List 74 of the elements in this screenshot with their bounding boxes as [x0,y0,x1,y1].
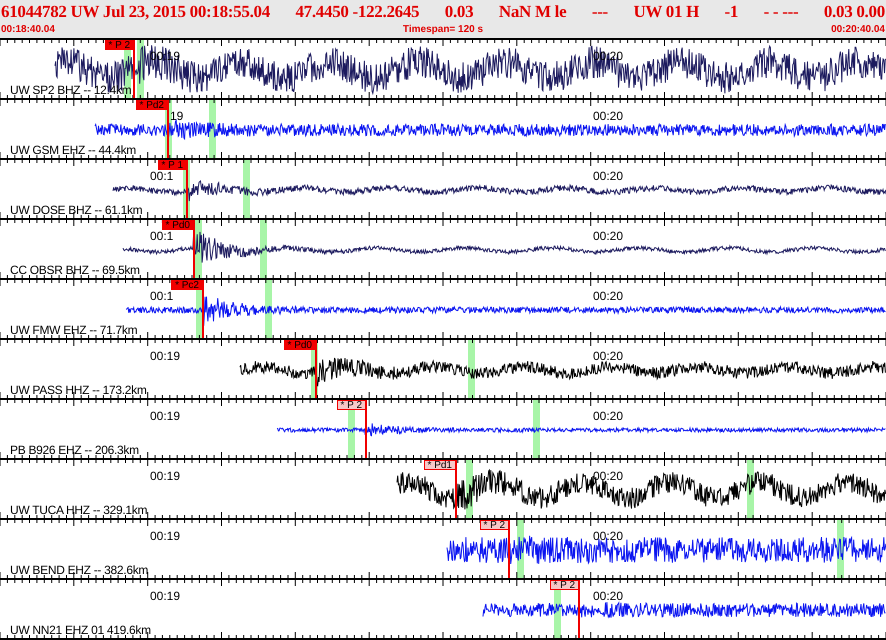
pick-line[interactable] [508,520,510,578]
time-label: 00:19 [150,470,180,483]
event-info: 0.03 [444,2,474,22]
station-label: UW PASS HHZ -- 173.2km [10,383,147,397]
time-label: 00:20 [593,110,624,123]
event-info: UW 01 H [633,2,700,22]
pick-line[interactable] [186,160,188,218]
pick-line[interactable] [167,100,169,158]
phase-pick-tag[interactable]: * Pd0 [162,220,194,230]
station-label: PB B926 EHZ -- 206.3km [10,443,139,457]
phase-pick-tag[interactable]: * P 1 [158,160,187,170]
pick-line[interactable] [315,340,317,398]
event-info: - - --- [764,2,798,22]
trace-panel[interactable]: 00:19 00:20 * P 2 UW NN21 EHZ 01 419.6km [0,580,886,640]
trace-panel[interactable]: 00:19 00:20 * P 2 UW BEND EHZ -- 382.6km [0,520,886,580]
time-label: 00:20 [593,590,624,603]
event-info: -1 [724,2,738,22]
event-info: NaN M le [498,2,566,22]
time-label: 00:20 [593,230,624,243]
pick-line[interactable] [202,280,204,338]
station-label: UW TUCA HHZ -- 329.1km [10,503,148,517]
time-label: 00:19 [150,590,180,603]
window-band [265,280,272,338]
trace-panel[interactable]: 19 00:20 * Pd2 UW GSM EHZ -- 44.4km [0,100,886,160]
timespan: Timespan= 120 s [402,24,484,35]
phase-pick-tag[interactable]: * Pd0 [284,340,316,350]
time-label: 00:1 [150,230,174,243]
start-time: 00:18:40.04 [1,24,55,35]
pick-line[interactable] [193,220,195,278]
pick-line[interactable] [365,400,367,458]
phase-pick-tag[interactable]: * P 2 [336,400,366,410]
time-label: 00:20 [593,170,624,183]
time-label: 00:19 [150,350,180,363]
window-band [243,160,250,218]
station-label: UW SP2 BHZ -- 12.4km [10,83,132,97]
event-info: --- [592,2,608,22]
phase-pick-tag[interactable]: * Pc2 [171,280,203,290]
trace-panel[interactable]: 00:19 00:20 * Pd1 UW TUCA HHZ -- 329.1km [0,460,886,520]
trace-panel[interactable]: 00:1 00:20 * Pc2 UW FMW EHZ -- 71.7km [0,280,886,340]
time-label: 00:19 [150,50,180,63]
trace-panel[interactable]: 00:19 00:20 * Pd0 UW PASS HHZ -- 173.2km [0,340,886,400]
trace-panel[interactable]: 00:19 00:20 * P 2 PB B926 EHZ -- 206.3km [0,400,886,460]
trace-panel[interactable]: 00:1 00:20 * P 1 UW DOSE BHZ -- 61.1km [0,160,886,220]
phase-pick-tag[interactable]: * P 2 [104,40,134,50]
station-label: UW DOSE BHZ -- 61.1km [10,203,142,217]
time-label: 00:19 [150,410,180,423]
time-label: 00:20 [593,470,624,483]
pick-line[interactable] [578,580,580,638]
phase-pick-tag[interactable]: * Pd2 [136,100,168,110]
time-label: 00:19 [150,530,180,543]
time-label: 00:20 [593,290,624,303]
pick-line[interactable] [455,460,457,518]
station-label: UW FMW EHZ -- 71.7km [10,323,138,337]
event-info: 0.03 0.00 [824,2,885,22]
time-label: 00:20 [593,530,624,543]
time-label: 00:1 [150,170,174,183]
window-band [533,400,540,458]
time-label: 19 [170,110,184,123]
station-label: UW GSM EHZ -- 44.4km [10,143,136,157]
event-info: 47.4450 -122.2645 [295,2,420,22]
time-label: 00:20 [593,410,624,423]
end-time: 00:20:40.04 [831,24,885,35]
pick-line[interactable] [133,40,135,98]
time-label: 00:1 [150,290,174,303]
trace-panel[interactable]: 00:1 00:20 * Pd0 CC OBSR BHZ -- 69.5km [0,220,886,280]
window-band [260,220,267,278]
station-label: UW BEND EHZ -- 382.6km [10,563,148,577]
phase-pick-tag[interactable]: * Pd1 [424,460,456,470]
phase-pick-tag[interactable]: * P 2 [480,520,509,530]
station-label: CC OBSR BHZ -- 69.5km [10,263,140,277]
phase-pick-tag[interactable]: * P 2 [550,580,579,590]
time-label: 00:20 [593,350,624,363]
event-info: 61044782 UW Jul 23, 2015 00:18:55.04 [1,2,270,22]
station-label: UW NN21 EHZ 01 419.6km [10,623,151,637]
